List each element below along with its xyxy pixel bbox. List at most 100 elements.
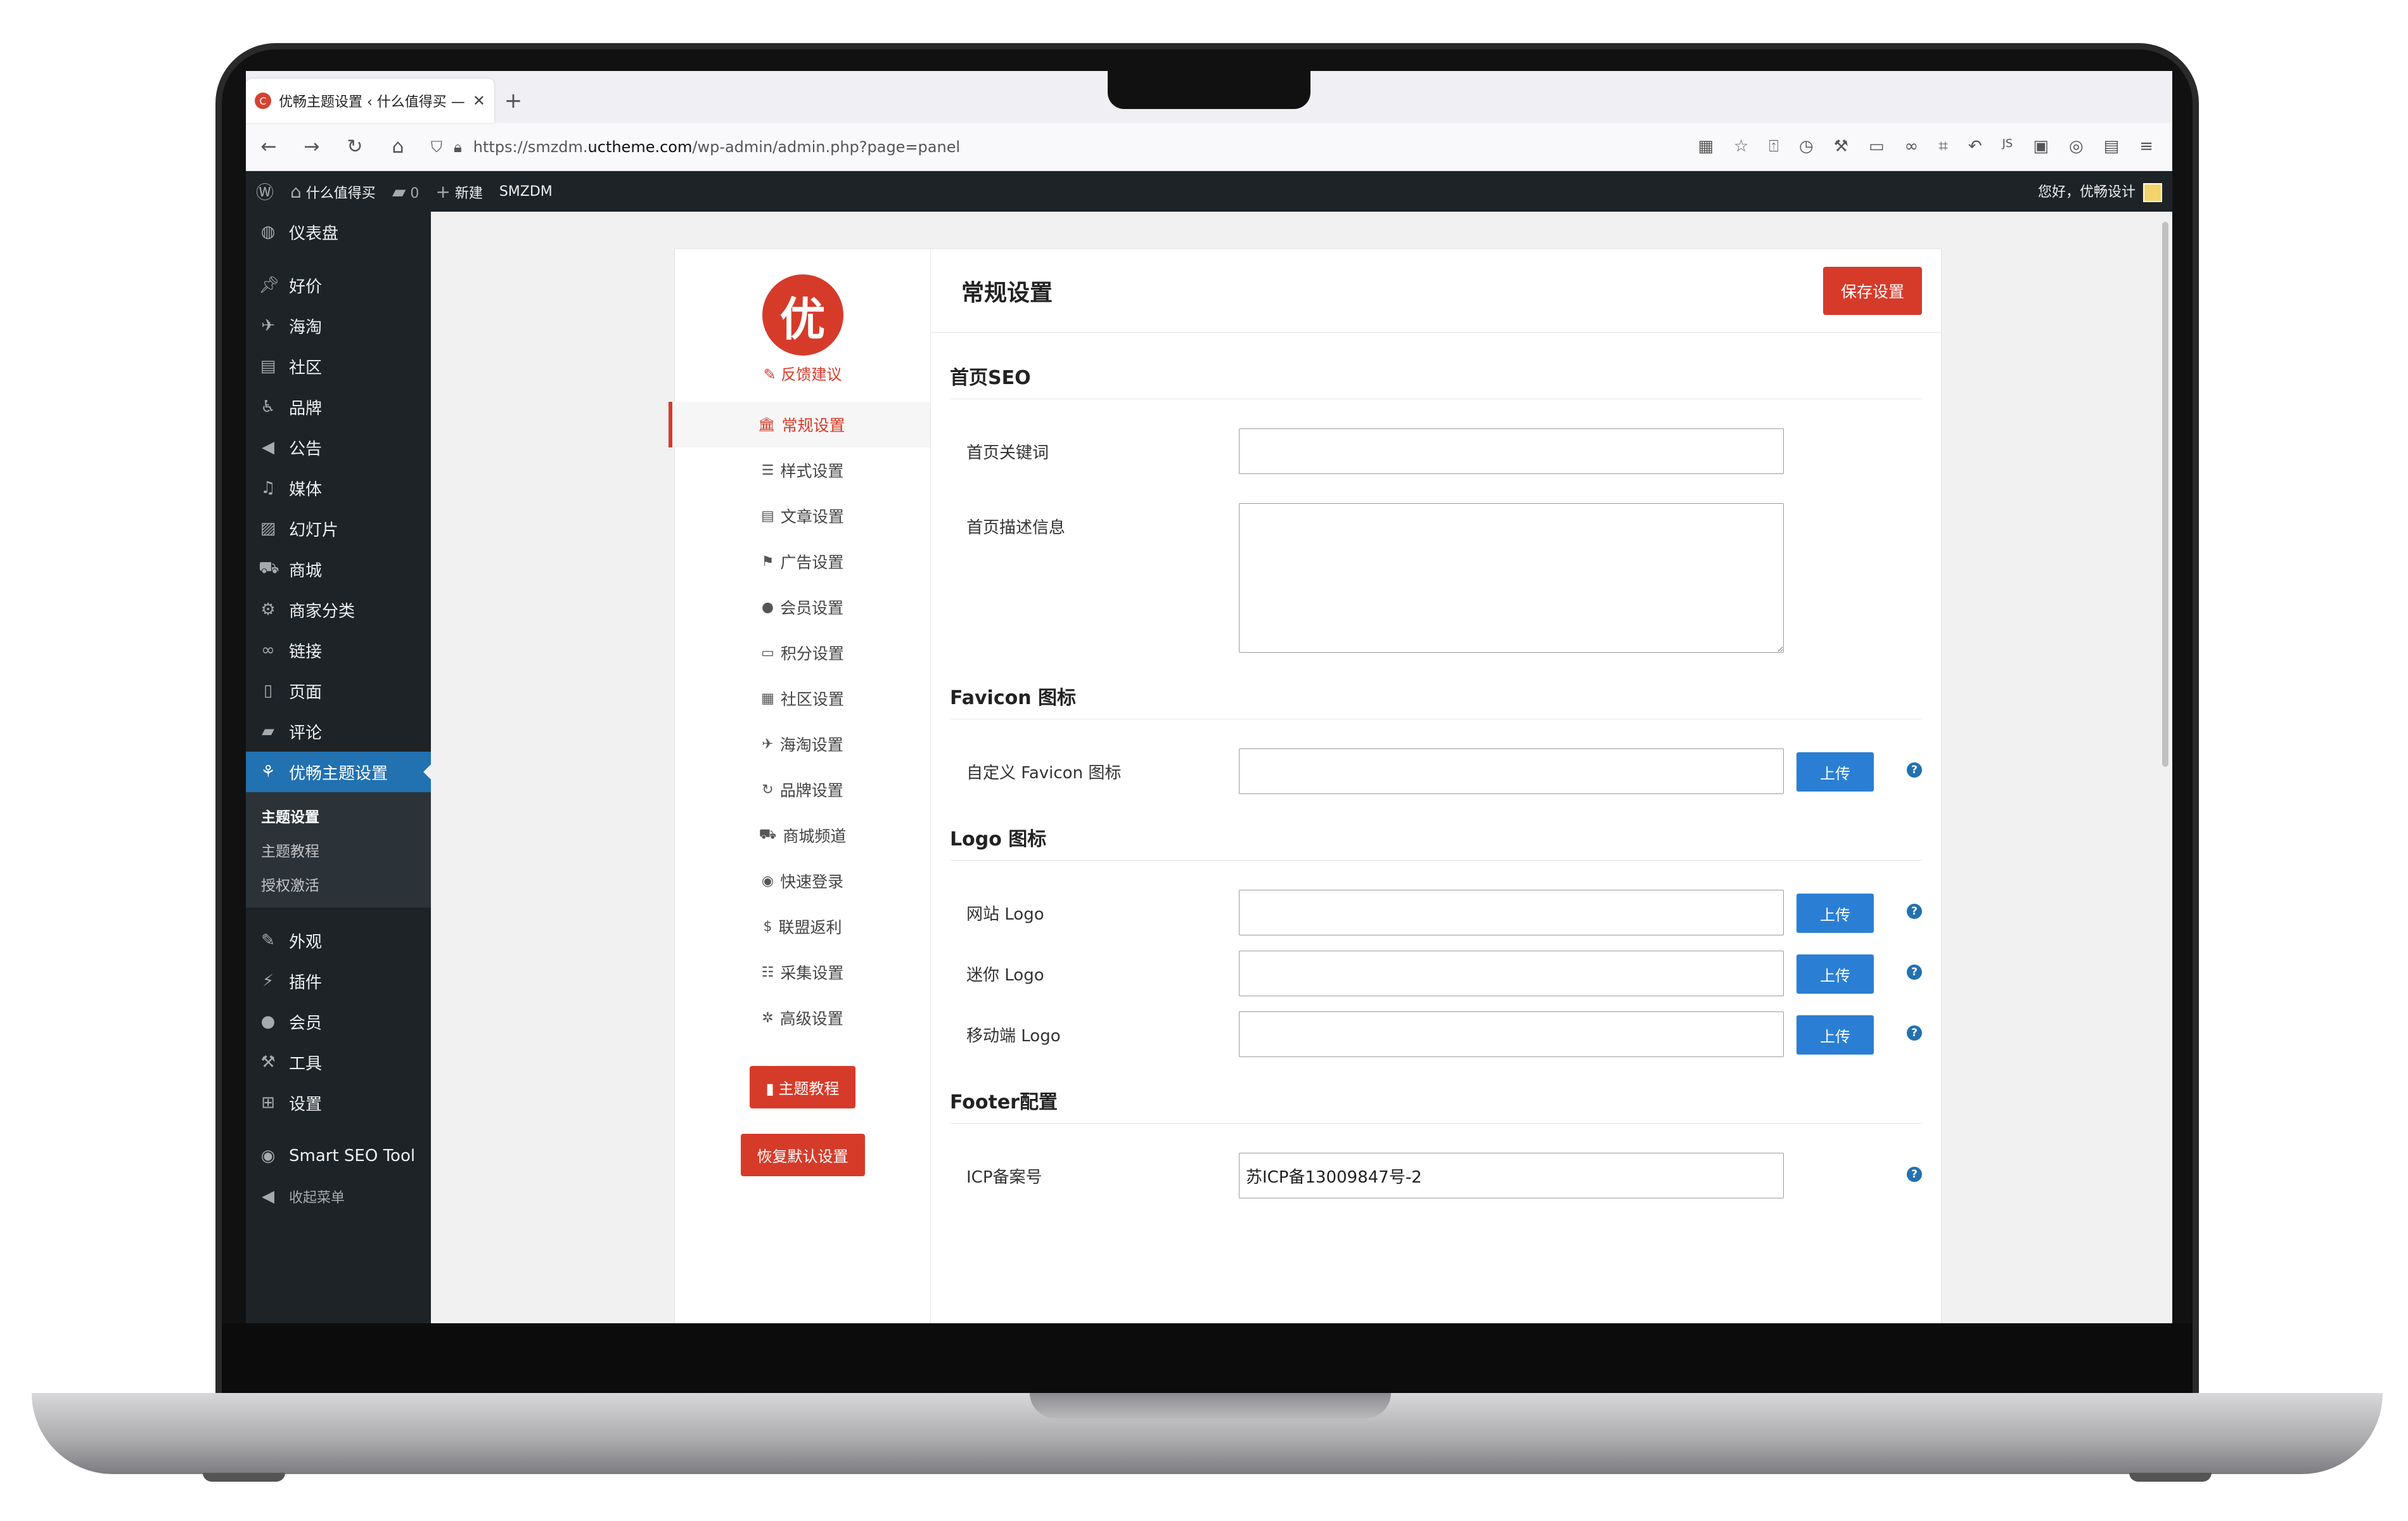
optnav-points[interactable]: ▭ 积分设置 [675, 630, 930, 676]
undo-icon[interactable]: ↶ [1968, 137, 1982, 157]
menu-item[interactable]: 📌︎ 好价 [246, 265, 431, 305]
submenu-theme-tutorial[interactable]: 主题教程 [246, 833, 431, 867]
menu-item[interactable]: ⚙ 商家分类 [246, 589, 431, 630]
optnav-member[interactable]: ● 会员设置 [675, 584, 930, 630]
optnav-community[interactable]: ▦ 社区设置 [675, 676, 930, 721]
help-icon[interactable]: ? [1907, 762, 1922, 778]
menu-theme-settings[interactable]: ⚘ 优畅主题设置 [246, 752, 431, 792]
adminbar-plugin[interactable]: SMZDM [499, 184, 553, 200]
menu-item[interactable]: ▰ 评论 [246, 711, 431, 752]
menu-item[interactable]: ∞ 链接 [246, 630, 431, 671]
menu-item[interactable]: ● 会员 [246, 1001, 431, 1042]
help-icon[interactable]: ? [1907, 965, 1922, 980]
upload-favicon-button[interactable]: 上传 [1796, 752, 1874, 792]
new-tab-button[interactable]: + [494, 79, 532, 123]
mobile-logo-input[interactable] [1239, 1011, 1784, 1057]
menu-item[interactable]: ▤ 社区 [246, 346, 431, 387]
menu-item[interactable]: ⊞ 设置 [246, 1082, 431, 1123]
menu-icon[interactable]: ≡ [2139, 137, 2153, 157]
submenu-theme-settings[interactable]: 主题设置 [246, 799, 431, 833]
adminbar-new[interactable]: + 新建 [435, 181, 482, 202]
favicon-input[interactable] [1239, 748, 1784, 794]
upload-mobile-logo-button[interactable]: 上传 [1796, 1015, 1874, 1055]
comment-icon: ▰ [262, 722, 274, 741]
menu-item[interactable]: ♫ 媒体 [246, 468, 431, 508]
history-icon[interactable]: ◷ [1799, 137, 1814, 157]
upload-mini-logo-button[interactable]: 上传 [1796, 954, 1874, 994]
crop-icon[interactable]: ⌗ [1938, 137, 1948, 157]
menu-item[interactable]: ♿︎ 品牌 [246, 387, 431, 427]
menu-item[interactable]: ▯ 页面 [246, 671, 431, 711]
qq-icon: ◉ [761, 873, 774, 889]
back-icon[interactable]: ← [259, 136, 279, 158]
js-icon[interactable]: JS [2002, 137, 2013, 157]
home-icon[interactable]: ⌂ [388, 136, 408, 158]
save-icon[interactable]: ⍐ [1769, 137, 1779, 157]
mobile-logo-label: 移动端 Logo [966, 1027, 1061, 1046]
restore-defaults-button[interactable]: 恢复默认设置 [740, 1134, 865, 1176]
theme-submenu: 主题设置 主题教程 授权激活 [246, 792, 431, 908]
page-scrollbar[interactable] [2162, 222, 2168, 767]
wordpress-icon[interactable]: Ⓦ [256, 179, 274, 204]
help-icon[interactable]: ? [1907, 1025, 1922, 1041]
address-bar[interactable]: ⛉ 🔒︎ https://smzdm.uctheme.com/wp-admin/… [431, 131, 1675, 164]
extension-icon[interactable]: ▣ [2033, 137, 2049, 157]
section-seo: 首页SEO [950, 362, 1922, 399]
adminbar-comments[interactable]: ▰ 0 [392, 181, 419, 202]
help-icon[interactable]: ? [1907, 904, 1922, 919]
wrench-icon[interactable]: ⚒ [1834, 137, 1848, 157]
reader-icon[interactable]: ▤ [2104, 137, 2120, 157]
brush-icon: ✎ [261, 931, 275, 950]
url-text: https://smzdm.uctheme.com/wp-admin/admin… [473, 138, 961, 156]
optnav-style[interactable]: ☰ 样式设置 [675, 447, 930, 493]
description-textarea[interactable] [1239, 503, 1784, 653]
tutorial-button[interactable]: ▮ 主题教程 [749, 1066, 856, 1108]
optnav-haitao[interactable]: ✈ 海淘设置 [675, 721, 930, 767]
site-logo-input[interactable] [1239, 890, 1784, 935]
icp-input[interactable] [1239, 1153, 1784, 1198]
optnav-quick-login[interactable]: ◉ 快速登录 [675, 858, 930, 904]
help-icon[interactable]: ? [1907, 1167, 1922, 1182]
optnav-ads[interactable]: ⚑ 广告设置 [675, 539, 930, 584]
menu-item[interactable]: ◀ 公告 [246, 427, 431, 468]
section-favicon: Favicon 图标 [950, 682, 1922, 719]
menu-item[interactable]: ✈ 海淘 [246, 305, 431, 346]
menu-dashboard[interactable]: ◍ 仪表盘 [246, 212, 431, 252]
optnav-article[interactable]: ▤ 文章设置 [675, 493, 930, 539]
reload-icon[interactable]: ↻ [345, 136, 365, 158]
optnav-mall[interactable]: ⛟ 商城频道 [675, 812, 930, 858]
media-icon: ♫ [260, 478, 276, 497]
keywords-input[interactable] [1239, 428, 1784, 474]
browser-tab[interactable]: C 优畅主题设置 ‹ 什么值得买 — Wo ✕ [246, 79, 494, 123]
dollar-icon: $ [763, 918, 772, 935]
tracking-icon[interactable]: ∞ [1905, 137, 1919, 157]
menu-item[interactable]: ⛟ 商城 [246, 549, 431, 589]
qr-icon[interactable]: ▦ [1698, 137, 1713, 157]
feedback-link[interactable]: ✎ 反馈建议 [675, 362, 930, 384]
optnav-brand[interactable]: ↻ 品牌设置 [675, 767, 930, 812]
mini-logo-input[interactable] [1239, 951, 1784, 996]
optnav-affiliate[interactable]: $ 联盟返利 [675, 904, 930, 949]
star-icon[interactable]: ☆ [1734, 137, 1748, 157]
upload-site-logo-button[interactable]: 上传 [1796, 894, 1874, 933]
forward-icon[interactable]: → [302, 136, 322, 158]
collapse-menu[interactable]: ◀ 收起菜单 [246, 1176, 431, 1217]
adminbar-site[interactable]: ⌂ 什么值得买 [290, 181, 376, 202]
window-icon[interactable]: ▭ [1869, 137, 1885, 157]
field-row: 首页描述信息 [931, 503, 1941, 653]
close-tab-icon[interactable]: ✕ [473, 92, 485, 110]
circle-icon[interactable]: ◎ [2069, 137, 2084, 157]
optnav-advanced[interactable]: ✲ 高级设置 [675, 995, 930, 1041]
optnav-collect[interactable]: ☷ 采集设置 [675, 949, 930, 995]
wp-admin-bar: Ⓦ ⌂ 什么值得买 ▰ 0 + 新建 SMZDM 您好，优畅设计 [246, 171, 2172, 212]
menu-item[interactable]: ⚡ 插件 [246, 961, 431, 1001]
menu-smart-seo-tool[interactable]: ◉ Smart SEO Tool [246, 1136, 431, 1176]
menu-item[interactable]: ▨ 幻灯片 [246, 508, 431, 549]
menu-item[interactable]: ✎ 外观 [246, 920, 431, 961]
user-icon: ● [761, 599, 774, 615]
optnav-general[interactable]: 🏛 常规设置 [669, 402, 930, 447]
adminbar-account[interactable]: 您好，优畅设计 [2038, 181, 2162, 202]
menu-item[interactable]: ⚒ 工具 [246, 1042, 431, 1082]
submenu-license[interactable]: 授权激活 [246, 867, 431, 901]
save-button[interactable]: 保存设置 [1822, 266, 1922, 315]
